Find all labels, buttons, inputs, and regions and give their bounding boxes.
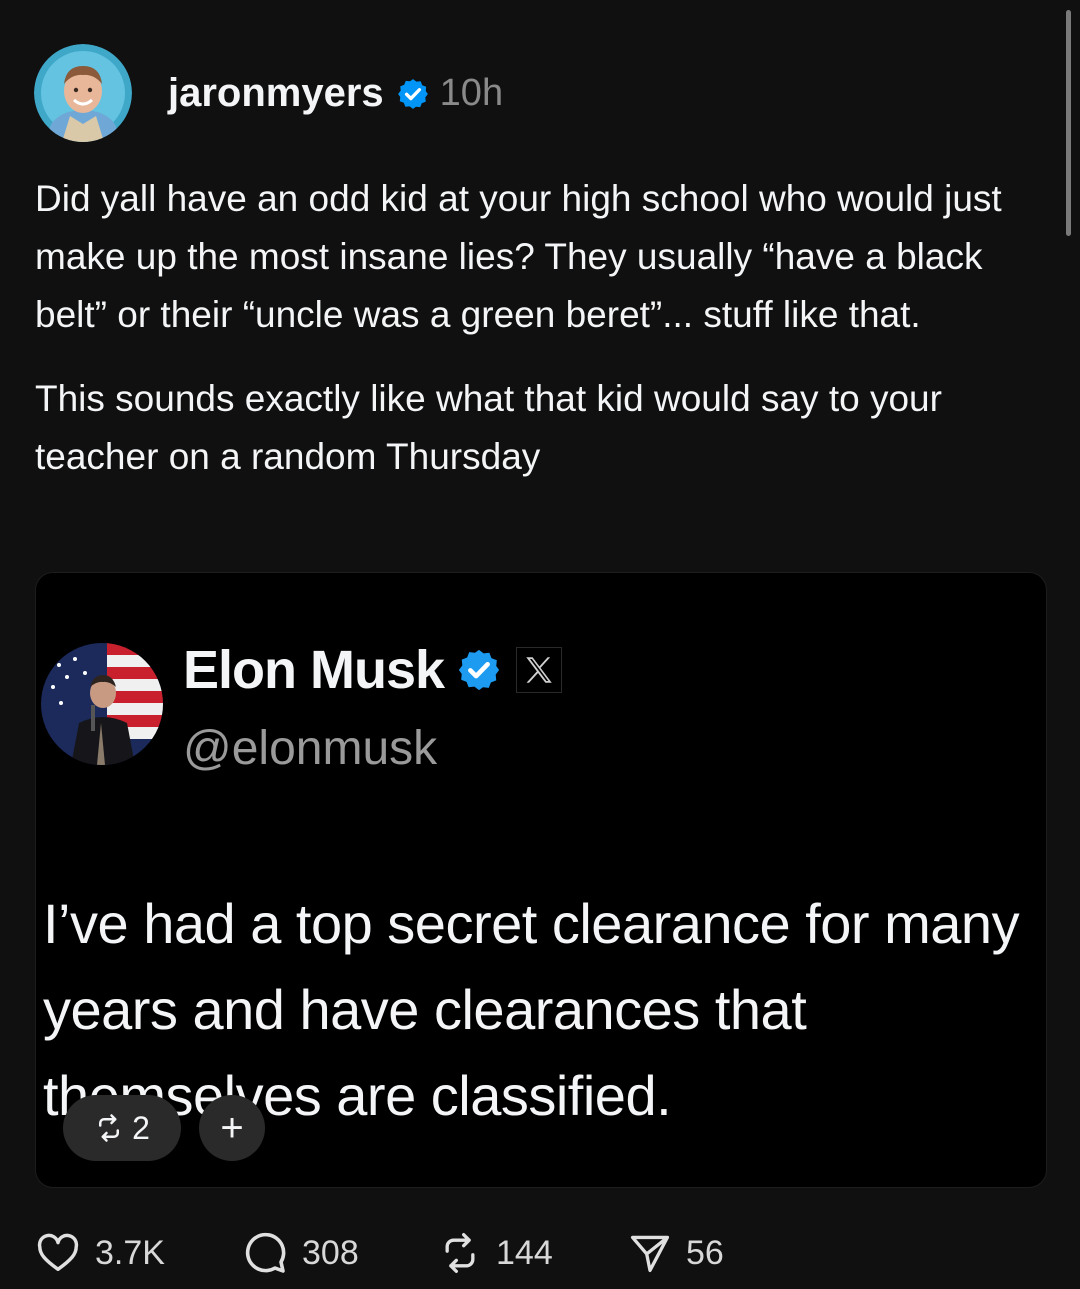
repost-count-button[interactable]: 2 <box>63 1095 181 1161</box>
heart-icon <box>37 1233 79 1272</box>
comment-icon <box>245 1232 286 1273</box>
share-count: 56 <box>686 1233 724 1272</box>
reply-button[interactable]: 308 <box>240 1229 438 1277</box>
post-header: jaronmyers 10h <box>34 44 503 142</box>
share-button[interactable]: 56 <box>628 1231 748 1275</box>
add-button[interactable]: + <box>199 1095 265 1161</box>
author-name[interactable]: jaronmyers <box>168 71 384 116</box>
post-body: Did yall have an odd kid at your high sc… <box>35 170 1025 512</box>
like-button[interactable]: 3.7K <box>35 1230 240 1276</box>
author-avatar[interactable] <box>34 44 132 142</box>
post-paragraph: Did yall have an odd kid at your high sc… <box>35 178 1002 335</box>
send-icon <box>630 1235 670 1273</box>
quoted-author-avatar <box>41 643 163 765</box>
post-timestamp: 10h <box>439 71 504 114</box>
reply-count: 308 <box>302 1233 359 1272</box>
verified-badge-icon <box>456 647 502 693</box>
repost-button[interactable]: 144 <box>438 1231 628 1275</box>
like-count: 3.7K <box>95 1233 165 1272</box>
quoted-author-row: Elon Musk <box>183 639 563 701</box>
author-row: jaronmyers 10h <box>168 71 503 116</box>
quoted-post-text: I’ve had a top secret clearance for many… <box>43 892 1020 1127</box>
post-actions: 3.7K 308 144 56 <box>35 1228 748 1278</box>
scrollbar[interactable] <box>1066 10 1071 236</box>
x-logo-icon <box>516 647 563 693</box>
quoted-author-name: Elon Musk <box>183 640 445 700</box>
repost-icon <box>445 1233 475 1273</box>
post-paragraph: This sounds exactly like what that kid w… <box>35 378 942 477</box>
repost-count: 2 <box>132 1109 150 1146</box>
quoted-author-handle: @elonmusk <box>183 722 438 775</box>
repost-count: 144 <box>496 1233 553 1272</box>
verified-badge-icon <box>396 76 430 110</box>
repost-icon <box>99 1114 120 1142</box>
quoted-post-card[interactable]: Elon Musk @elonmusk I’ve had a top secre… <box>35 572 1047 1188</box>
